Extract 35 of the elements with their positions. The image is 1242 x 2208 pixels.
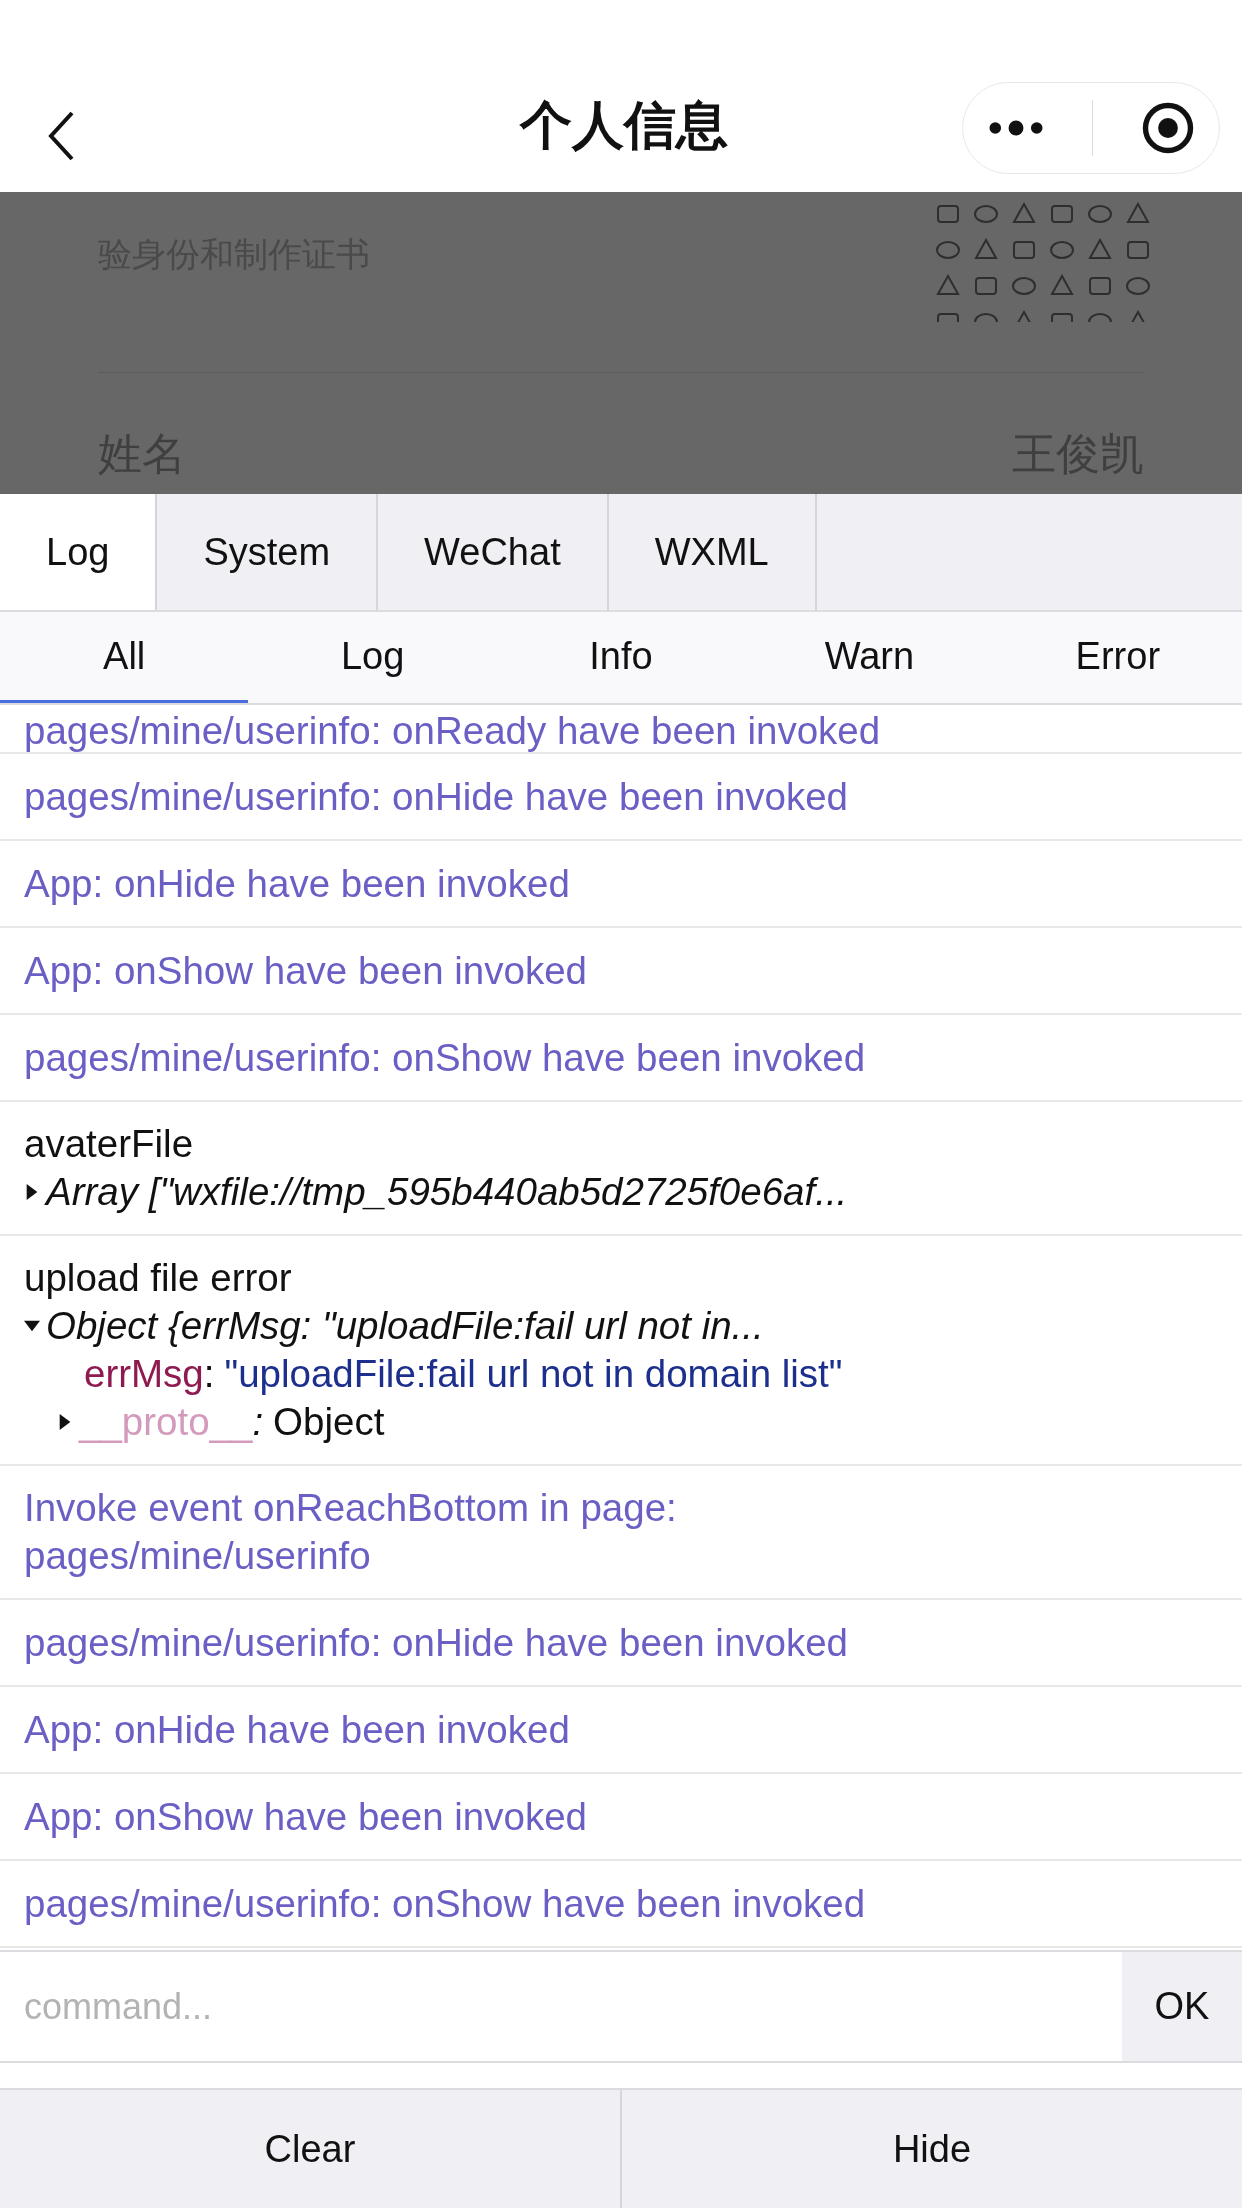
object-summary: Object {errMsg: "uploadFile:fail url not in...: [46, 1303, 764, 1349]
caret-icon[interactable]: [57, 1414, 73, 1430]
console-tab[interactable]: Log: [0, 494, 158, 610]
property-value: Object: [273, 1399, 385, 1445]
page-title: 个人信息: [518, 95, 729, 156]
log-label: upload file error: [24, 1255, 292, 1301]
log-message: pages/mine/userinfo: onReady have been invoked: [24, 710, 881, 752]
caret-icon[interactable]: [24, 1318, 40, 1334]
console-tab[interactable]: WeChat: [378, 494, 609, 610]
log-message: App: onHide have been invoked: [24, 860, 570, 907]
log-message: App: onShow have been invoked: [24, 1793, 587, 1840]
log-message: Invoke event onReachBottom in page: pages/mine/userinfo: [24, 1485, 678, 1579]
property-key: errMsg: [84, 1350, 204, 1398]
filter-tab[interactable]: Log: [248, 612, 497, 703]
console-tab[interactable]: WXML: [608, 494, 817, 610]
filter-tab[interactable]: All: [0, 612, 249, 703]
ok-button[interactable]: OK: [1122, 1952, 1242, 2061]
filter-tab[interactable]: Error: [993, 612, 1242, 703]
object-summary: Array ["wxfile://tmp_595b440ab5d2725f0e6af...: [46, 1169, 848, 1215]
console-tab[interactable]: System: [157, 494, 379, 610]
log-message: pages/mine/userinfo: onHide have been invoked: [24, 1619, 849, 1666]
property-value: "uploadFile:fail url not in domain list": [224, 1351, 843, 1397]
colon: :: [252, 1399, 264, 1445]
log-message: pages/mine/userinfo: onShow have been invoked: [24, 1034, 866, 1081]
caret-icon[interactable]: [24, 1184, 40, 1200]
back-icon[interactable]: [46, 110, 76, 162]
property-key: __proto__: [79, 1398, 253, 1446]
log-message: pages/mine/userinfo: onHide have been invoked: [24, 773, 849, 820]
log-message: App: onHide have been invoked: [24, 1706, 570, 1753]
log-message: App: onShow have been invoked: [24, 947, 587, 994]
colon: :: [203, 1351, 215, 1397]
log-message: pages/mine/userinfo: onShow have been invoked: [24, 1880, 866, 1927]
filter-tab[interactable]: Info: [496, 612, 746, 703]
filter-tab[interactable]: Warn: [745, 612, 994, 703]
log-label: avaterFile: [24, 1121, 194, 1167]
